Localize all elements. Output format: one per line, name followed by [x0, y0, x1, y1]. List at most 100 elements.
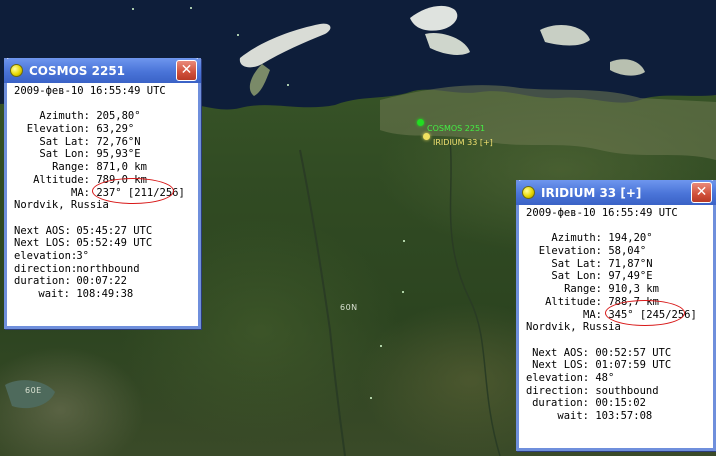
pass-row: Next LOS: 05:52:49 UTC: [14, 237, 198, 250]
field-value: 871,0 km: [96, 161, 147, 174]
river-yenisei: [299, 149, 346, 456]
field-value: 910,3 km: [608, 283, 659, 296]
field-value: 788,7 km: [608, 295, 659, 308]
field-value: southbound: [595, 384, 659, 397]
field-value: 789,0 km: [96, 173, 147, 186]
map-marker: [287, 84, 289, 86]
telemetry-row: Altitude: 788,7 km: [526, 296, 713, 309]
field-label: Elevation:: [538, 245, 602, 258]
telemetry-row: Sat Lon: 95,93°E: [14, 148, 198, 161]
field-label: Range:: [52, 161, 90, 174]
satellite-info-window-iridium[interactable]: IRIDIUM 33 [+] ✕ 2009-фев-10 16:55:49 UT…: [516, 180, 716, 451]
window-body: 2009-фев-10 16:55:49 UTC Azimuth: 194,20…: [519, 205, 713, 423]
map-marker: [190, 7, 192, 9]
field-value: 72,76°N: [96, 135, 141, 148]
field-value: 05:52:49 UTC: [76, 237, 153, 250]
field-label: duration:: [14, 275, 71, 288]
satellite-bulb-icon: [522, 186, 535, 199]
telemetry-row: MA: 345° [245/256]: [526, 309, 713, 322]
field-value: 95,93°E: [96, 148, 141, 161]
telemetry-row: Elevation: 58,04°: [526, 245, 713, 258]
telemetry-row: Elevation: 63,29°: [14, 123, 198, 136]
field-value: 58,04°: [608, 245, 647, 258]
field-label: Elevation:: [26, 123, 90, 136]
telemetry-row: Sat Lat: 72,76°N: [14, 136, 198, 149]
field-label: Sat Lon:: [551, 270, 602, 283]
grid-label-latitude: 60N: [340, 303, 358, 312]
telemetry-row: Azimuth: 205,80°: [14, 110, 198, 123]
map-marker: [370, 397, 372, 399]
map-marker: [402, 291, 404, 293]
map-marker: [132, 8, 134, 10]
map-marker: [403, 240, 405, 242]
satellite-info-window-cosmos[interactable]: COSMOS 2251 ✕ 2009-фев-10 16:55:49 UTC A…: [4, 58, 201, 329]
field-value: 108:49:38: [76, 288, 134, 300]
field-label: direction:: [14, 262, 78, 275]
window-title-bar[interactable]: COSMOS 2251 ✕: [4, 58, 201, 83]
tundra-band: [380, 85, 716, 160]
field-label: Azimuth:: [39, 110, 90, 123]
location: Nordvik, Russia: [526, 321, 621, 334]
grid-label-longitude: 60E: [25, 386, 42, 395]
telemetry-row: Azimuth: 194,20°: [526, 232, 713, 245]
field-value: 205,80°: [96, 110, 141, 123]
field-label: Range:: [564, 283, 602, 296]
field-label: Sat Lon:: [39, 148, 90, 161]
pass-row: direction: northbound: [14, 263, 198, 276]
satellite-bulb-icon: [10, 64, 23, 77]
telemetry-row: MA: 237° [211/256]: [14, 187, 198, 200]
telemetry-row: Altitude: 789,0 km: [14, 174, 198, 187]
satellite-label-cosmos[interactable]: COSMOS 2251: [427, 124, 485, 133]
field-value: 237° [211/256]: [96, 186, 185, 199]
timestamp: 2009-фев-10 16:55:49 UTC: [14, 85, 166, 97]
pass-row: direction: southbound: [526, 385, 713, 398]
field-value: 00:15:02: [595, 397, 646, 410]
pass-row: wait: 103:57:08: [526, 410, 713, 423]
window-title-bar[interactable]: IRIDIUM 33 [+] ✕: [516, 180, 716, 205]
pass-row: duration: 00:07:22: [14, 275, 198, 288]
field-label: Sat Lat:: [39, 135, 90, 148]
field-value: 48°: [595, 371, 615, 384]
pass-row: Next AOS: 00:52:57 UTC: [526, 347, 713, 360]
field-label: elevation:: [526, 371, 590, 384]
satellite-label-iridium[interactable]: IRIDIUM 33 [+]: [433, 138, 493, 147]
field-value: 345° [245/256]: [608, 308, 697, 321]
field-value: 97,49°E: [608, 270, 653, 283]
timestamp: 2009-фев-10 16:55:49 UTC: [526, 207, 678, 219]
location: Nordvik, Russia: [14, 199, 109, 212]
telemetry-row: Range: 871,0 km: [14, 161, 198, 174]
field-value: 71,87°N: [608, 257, 653, 270]
field-label: Altitude:: [33, 173, 90, 186]
telemetry-row: Sat Lat: 71,87°N: [526, 258, 713, 271]
field-value: 05:45:27 UTC: [76, 224, 153, 237]
window-title: IRIDIUM 33 [+]: [541, 185, 642, 200]
field-label: wait:: [557, 410, 589, 422]
close-button[interactable]: ✕: [176, 60, 197, 81]
pass-row: elevation: 48°: [526, 372, 713, 385]
map-marker: [380, 345, 382, 347]
field-label: Next AOS:: [532, 346, 589, 359]
pass-row: wait: 108:49:38: [14, 288, 198, 301]
field-label: Next LOS:: [532, 359, 589, 372]
satellite-marker-cosmos[interactable]: [417, 119, 424, 126]
field-label: Sat Lat:: [551, 257, 602, 270]
close-button[interactable]: ✕: [691, 182, 712, 203]
field-value: 103:57:08: [595, 410, 653, 422]
field-value: 01:07:59 UTC: [595, 359, 672, 372]
satellite-marker-iridium[interactable]: [423, 133, 430, 140]
field-value: 00:07:22: [76, 275, 127, 288]
field-label: duration:: [532, 397, 589, 410]
pass-row: Next AOS: 05:45:27 UTC: [14, 225, 198, 238]
field-label: Next AOS:: [14, 224, 71, 237]
field-value: 00:52:57 UTC: [595, 346, 672, 359]
field-value: northbound: [76, 262, 140, 275]
field-value: 194,20°: [608, 232, 653, 245]
field-label: MA:: [583, 308, 602, 321]
river-lena: [449, 139, 501, 456]
field-label: Altitude:: [545, 295, 602, 308]
pass-row: duration: 00:15:02: [526, 397, 713, 410]
telemetry-row: Range: 910,3 km: [526, 283, 713, 296]
field-value: 63,29°: [96, 123, 135, 136]
map-marker: [237, 34, 239, 36]
telemetry-row: Sat Lon: 97,49°E: [526, 270, 713, 283]
